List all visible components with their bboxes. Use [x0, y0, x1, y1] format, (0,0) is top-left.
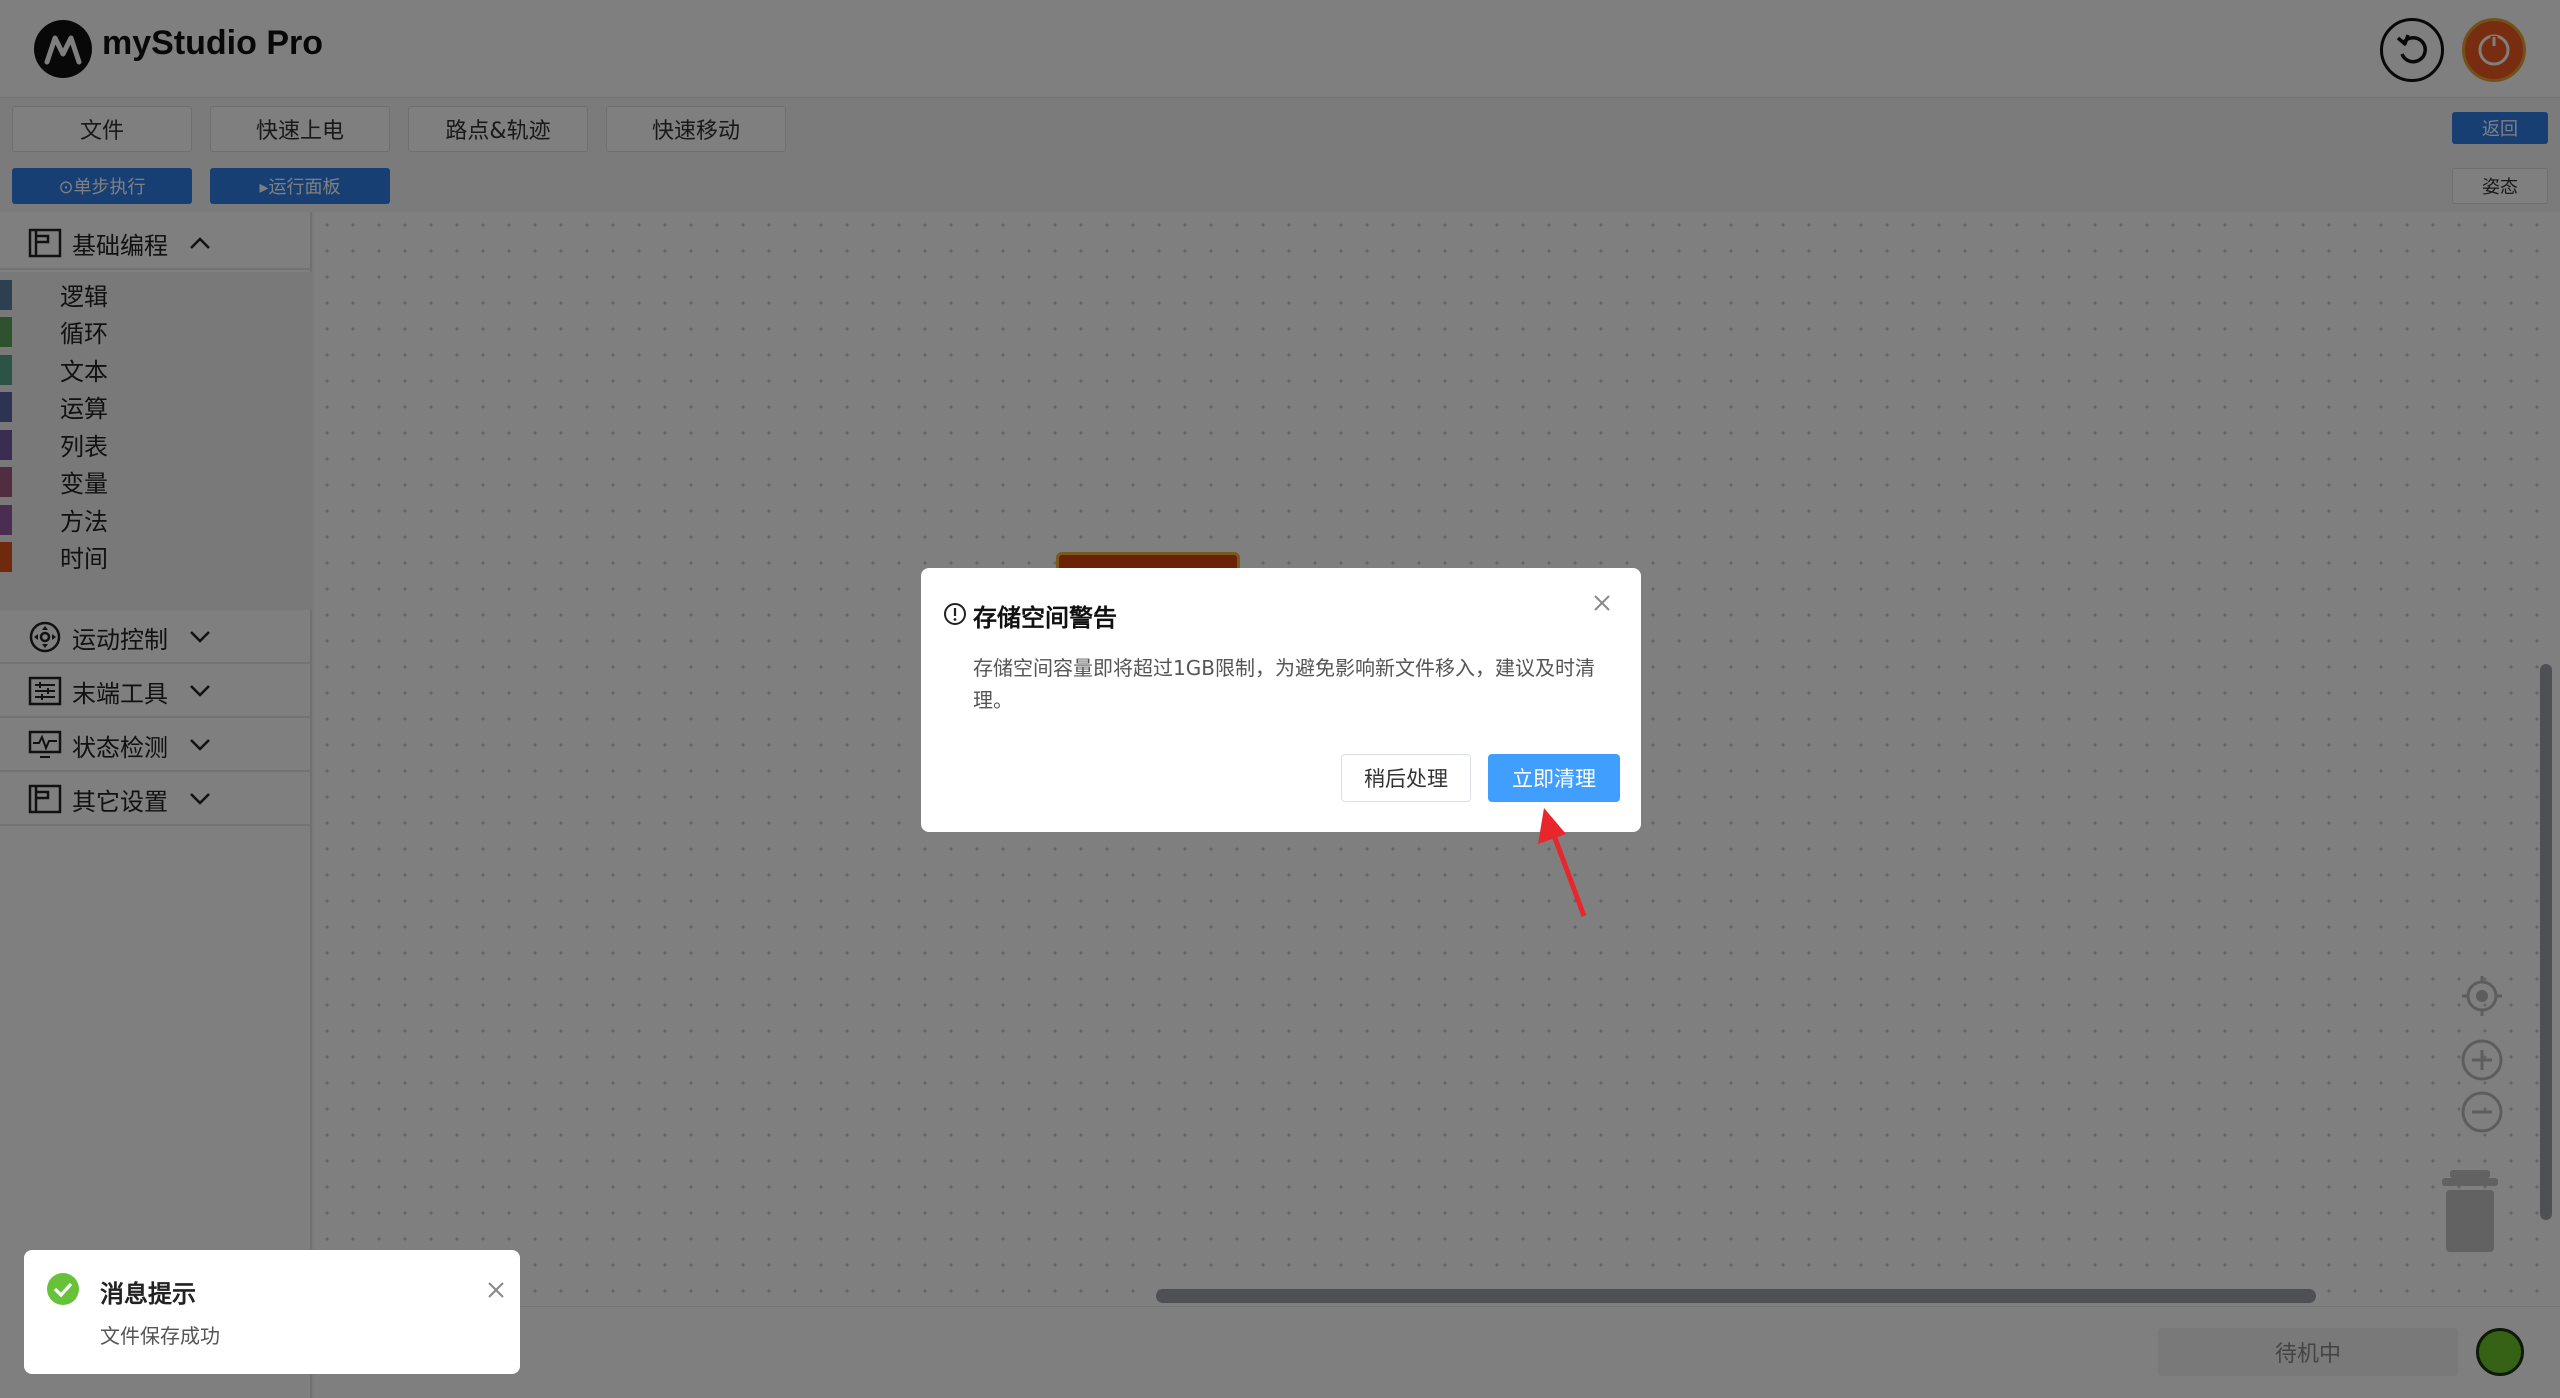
toast-message: 文件保存成功: [100, 1324, 220, 1348]
dialog-message: 存储空间容量即将超过1GB限制，为避免影响新文件移入，建议及时清理。: [973, 656, 1595, 712]
toast-title: 消息提示: [100, 1280, 196, 1308]
warning-icon: [944, 603, 966, 625]
clean-now-button[interactable]: 立即清理: [1488, 754, 1620, 802]
close-icon[interactable]: [1587, 588, 1617, 618]
dialog-title: 存储空间警告: [973, 604, 1117, 632]
storage-warning-dialog: 存储空间警告 存储空间容量即将超过1GB限制，为避免影响新文件移入，建议及时清理…: [921, 568, 1641, 832]
close-icon[interactable]: [482, 1276, 510, 1304]
success-check-icon: [47, 1273, 79, 1305]
message-toast: 消息提示 文件保存成功: [24, 1250, 520, 1374]
annotation-arrow-icon: [1538, 808, 1587, 917]
later-button[interactable]: 稍后处理: [1341, 754, 1471, 802]
